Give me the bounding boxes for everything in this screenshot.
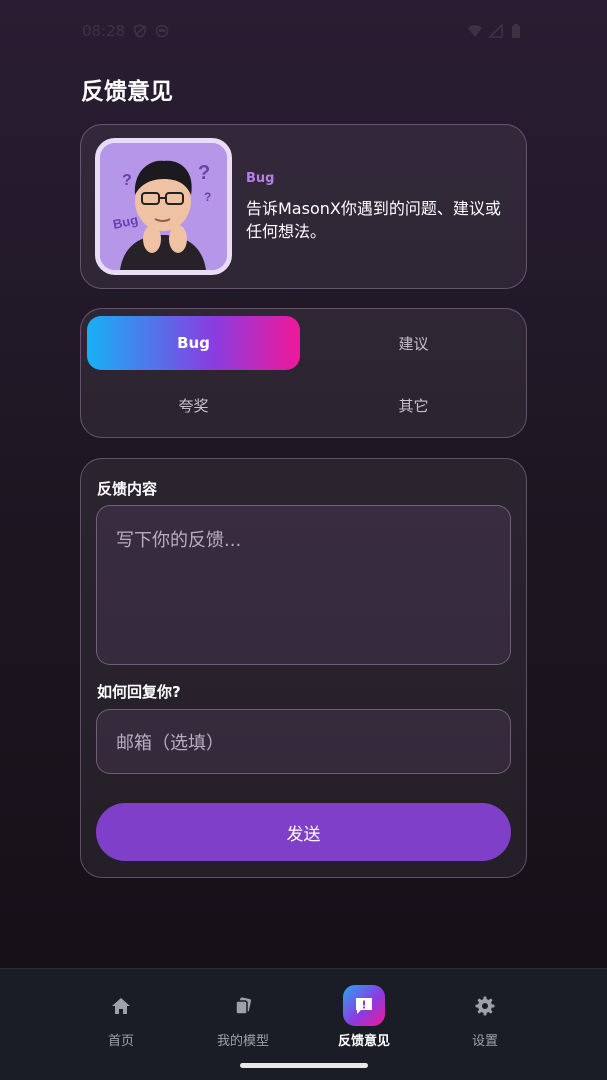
svg-text:?: ? (122, 172, 132, 189)
email-field[interactable]: 邮箱（选填） (96, 709, 511, 774)
wifi-icon (467, 24, 482, 38)
send-button[interactable]: 发送 (96, 803, 511, 861)
nav-item-settings[interactable]: 设置 (435, 985, 535, 1049)
models-icon (222, 985, 264, 1026)
status-bar: 08:28 (0, 0, 607, 62)
intro-description: 告诉MasonX你遇到的问题、建议或任何想法。 (246, 199, 501, 241)
feedback-content-textarea[interactable]: 写下你的反馈... (96, 505, 511, 665)
signal-icon (488, 23, 503, 38)
battery-icon (511, 24, 525, 38)
avatar-illustration: ? ? ? Bug (95, 138, 232, 275)
nav-label-settings: 设置 (471, 1034, 498, 1049)
svg-text:?: ? (204, 190, 211, 204)
type-option-bug[interactable]: Bug (87, 316, 300, 370)
status-time: 08:28 (82, 22, 126, 40)
gear-icon (464, 985, 506, 1026)
type-option-praise[interactable]: 夸奖 (87, 378, 300, 432)
nav-label-home: 首页 (107, 1034, 134, 1049)
shield-icon (133, 24, 147, 38)
content-label: 反馈内容 (97, 480, 158, 498)
reply-label: 如何回复你? (97, 683, 181, 701)
nav-label-feedback: 反馈意见 (337, 1034, 390, 1049)
status-right (467, 23, 525, 38)
intro-card: ? ? ? Bug Bug 告诉MasonX你遇到的问题、建议或任何想法。 (80, 124, 527, 289)
feedback-form: 反馈内容 写下你的反馈... 如何回复你? 邮箱（选填） 发送 (80, 458, 527, 878)
nav-item-models[interactable]: 我的模型 (193, 985, 293, 1049)
intro-tag: Bug (246, 171, 275, 186)
type-option-other[interactable]: 其它 (307, 378, 520, 432)
feedback-icon (343, 985, 385, 1026)
nav-item-feedback[interactable]: 反馈意见 (314, 985, 414, 1049)
page-title: 反馈意见 (81, 79, 173, 105)
face-icon (155, 24, 169, 38)
type-option-suggestion[interactable]: 建议 (307, 316, 520, 370)
status-left: 08:28 (82, 22, 169, 40)
nav-label-models: 我的模型 (216, 1034, 269, 1049)
nav-item-home[interactable]: 首页 (71, 985, 171, 1049)
home-indicator[interactable] (240, 1063, 368, 1068)
feedback-type-selector: Bug 建议 夸奖 其它 (80, 308, 527, 438)
svg-text:?: ? (198, 162, 210, 184)
home-icon (100, 985, 142, 1026)
